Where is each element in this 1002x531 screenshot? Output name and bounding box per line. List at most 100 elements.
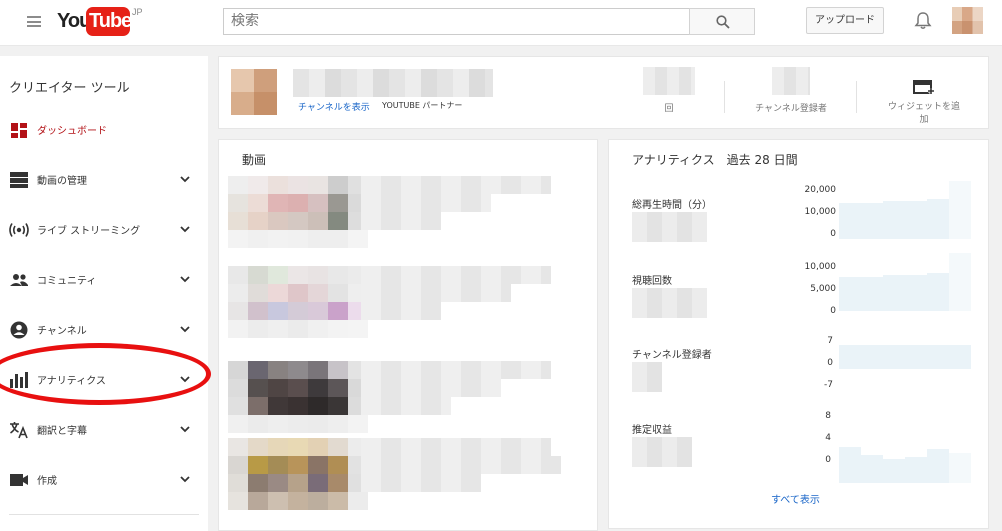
logo-tube-text: Tube (89, 10, 132, 32)
video-meta-redacted (361, 379, 501, 397)
sidebar-item-translations[interactable]: 翻訳と字幕 (0, 414, 208, 444)
video-title-redacted (361, 438, 551, 456)
sidebar-title: クリエイター ツール (9, 81, 130, 96)
creator-studio-sidebar: クリエイター ツール ダッシュボード 動画の管理 ライブ ストリーミング コミュ… (0, 56, 208, 531)
account-avatar[interactable] (952, 7, 983, 34)
axis-tick: 0 (827, 358, 833, 368)
sidebar-item-label: アナリティクス (37, 376, 106, 387)
video-title-redacted (361, 361, 551, 379)
metric-value-redacted (632, 362, 662, 392)
logo-region-label: JP (132, 7, 143, 17)
sidebar-item-label: 動画の管理 (37, 176, 87, 187)
channel-icon (10, 321, 28, 339)
axis-tick: 0 (830, 229, 836, 239)
watch-time-sparkline (839, 181, 971, 239)
add-widget-icon (913, 80, 934, 94)
search-icon (716, 15, 730, 29)
views-sparkline (839, 253, 971, 311)
sidebar-item-label: ライブ ストリーミング (37, 226, 141, 237)
video-thumbnail-redacted (228, 176, 368, 248)
video-manager-icon (10, 172, 28, 188)
analytics-card: アナリティクス 過去 28 日間 総再生時間（分） 20,000 10,000 … (608, 139, 989, 529)
video-thumbnail-redacted (228, 361, 368, 433)
notifications-bell-icon[interactable] (913, 11, 933, 34)
upload-button[interactable]: アップロード (806, 7, 884, 34)
sidebar-item-channel[interactable]: チャンネル (0, 314, 208, 344)
live-streaming-icon (9, 223, 29, 237)
video-title-redacted (361, 266, 551, 284)
axis-tick: 20,000 (804, 185, 837, 195)
chevron-down-icon[interactable] (179, 473, 191, 485)
top-bar: You Tube JP アップロード (0, 0, 1002, 46)
metric-value-redacted (632, 437, 692, 467)
video-meta-redacted (361, 456, 561, 474)
metric-label: 視聴回数 (632, 276, 672, 287)
analytics-icon (10, 372, 28, 388)
metric-value-redacted (632, 212, 707, 242)
chevron-down-icon[interactable] (179, 173, 191, 185)
search-input[interactable] (231, 13, 682, 29)
sidebar-item-create[interactable]: 作成 (0, 464, 208, 494)
sidebar-item-label: コミュニティ (37, 276, 97, 287)
axis-tick: 10,000 (804, 207, 837, 217)
axis-tick: 0 (830, 306, 836, 316)
sidebar-item-video-manager[interactable]: 動画の管理 (0, 164, 208, 194)
axis-tick: 4 (825, 433, 831, 443)
views-stat-label: 回 (664, 104, 674, 114)
metric-label: チャンネル登録者 (632, 350, 712, 361)
chevron-down-icon[interactable] (179, 373, 191, 385)
chevron-down-icon[interactable] (179, 223, 191, 235)
dashboard-icon (11, 123, 27, 138)
subscribers-stat: チャンネル登録者 (744, 67, 838, 114)
metric-estimated-revenue[interactable]: 推定収益 8 4 0 (609, 411, 990, 493)
sidebar-item-live-streaming[interactable]: ライブ ストリーミング (0, 214, 208, 244)
hamburger-menu-icon[interactable] (27, 16, 41, 27)
axis-tick: 0 (825, 455, 831, 465)
search-field[interactable] (223, 8, 690, 35)
search-button[interactable] (689, 8, 755, 35)
video-meta-redacted (361, 397, 451, 415)
video-thumbnail-redacted (228, 266, 368, 338)
sidebar-item-analytics[interactable]: アナリティクス (0, 364, 208, 394)
sidebar-item-dashboard[interactable]: ダッシュボード (0, 114, 208, 144)
channel-summary-card: チャンネルを表示 YOUTUBE パートナー 回 チャンネル登録者 ウィジェット… (218, 56, 989, 129)
analytics-card-title: アナリティクス 過去 28 日間 (632, 153, 798, 167)
create-icon (10, 474, 28, 486)
see-all-analytics-link[interactable]: すべて表示 (771, 491, 820, 506)
metric-label: 総再生時間（分） (632, 200, 712, 211)
chevron-down-icon[interactable] (179, 323, 191, 335)
logo-tube-box: Tube (86, 7, 132, 36)
sidebar-divider (9, 514, 199, 515)
video-meta-redacted (361, 474, 481, 492)
video-meta-redacted (361, 212, 441, 230)
views-stat: 回 (629, 67, 709, 114)
video-meta-redacted (361, 194, 491, 212)
sidebar-item-community[interactable]: コミュニティ (0, 264, 208, 294)
metric-value-redacted (632, 288, 707, 318)
sidebar-item-label: チャンネル (37, 326, 87, 337)
add-widget-button[interactable]: ウィジェットを追加 (884, 79, 964, 125)
view-channel-link[interactable]: チャンネルを表示 (298, 100, 370, 113)
translate-icon (10, 422, 28, 439)
sidebar-item-label: 翻訳と字幕 (37, 426, 87, 437)
channel-thumbnail[interactable] (231, 69, 277, 115)
video-title-redacted (361, 176, 551, 194)
chevron-down-icon[interactable] (179, 423, 191, 435)
stat-divider (724, 81, 725, 113)
revenue-sparkline (839, 425, 971, 483)
channel-name-redacted (293, 69, 493, 97)
video-meta-redacted (361, 302, 441, 320)
video-thumbnail-redacted (228, 438, 368, 510)
sidebar-item-label: ダッシュボード (37, 126, 107, 137)
subscribers-value-redacted (772, 67, 810, 95)
axis-tick: 10,000 (804, 262, 837, 272)
videos-card-title: 動画 (242, 153, 267, 167)
chevron-down-icon[interactable] (179, 273, 191, 285)
views-value-redacted (643, 67, 695, 95)
metric-label: 推定収益 (632, 425, 672, 436)
metric-subscribers[interactable]: チャンネル登録者 7 0 -7 (609, 336, 990, 418)
community-icon (10, 274, 28, 286)
axis-tick: 8 (825, 411, 831, 421)
add-widget-label: ウィジェットを追加 (887, 102, 960, 125)
videos-card: 動画 (218, 139, 598, 531)
